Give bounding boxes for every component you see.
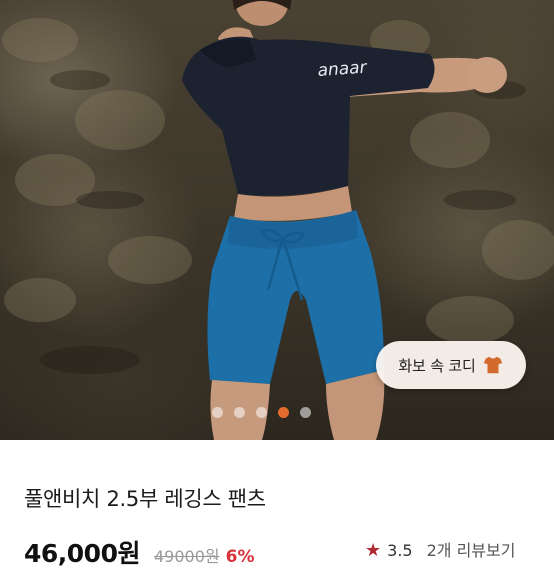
rating-row: ★ 3.5 2개 리뷰보기 [365,537,515,567]
star-icon: ★ [365,540,382,561]
carousel-dot[interactable] [256,406,267,418]
sale-price: 46,000원 [24,539,140,568]
photo-coordi-label: 화보 속 코디 [398,356,476,375]
product-title: 풀앤비치 2.5부 레깅스 팬츠 [24,487,266,511]
rating-score: 3.5 [387,541,413,560]
shirt-logo: anaar [317,58,368,81]
carousel-dot[interactable] [234,406,245,418]
product-image-carousel[interactable]: anaar 화보 속 코디 [0,0,554,440]
tshirt-icon [483,356,502,374]
carousel-pagination [212,405,322,419]
discount-rate: 6% [225,547,255,567]
carousel-dot[interactable] [300,406,311,418]
photo-coordi-button[interactable]: 화보 속 코디 [376,341,526,389]
price-row: 46,000원 49000원 6% [24,534,255,568]
carousel-dot[interactable] [278,406,289,418]
original-price: 49000원 [153,547,220,566]
review-link[interactable]: 2개 리뷰보기 [427,537,516,561]
carousel-dot[interactable] [212,406,223,418]
